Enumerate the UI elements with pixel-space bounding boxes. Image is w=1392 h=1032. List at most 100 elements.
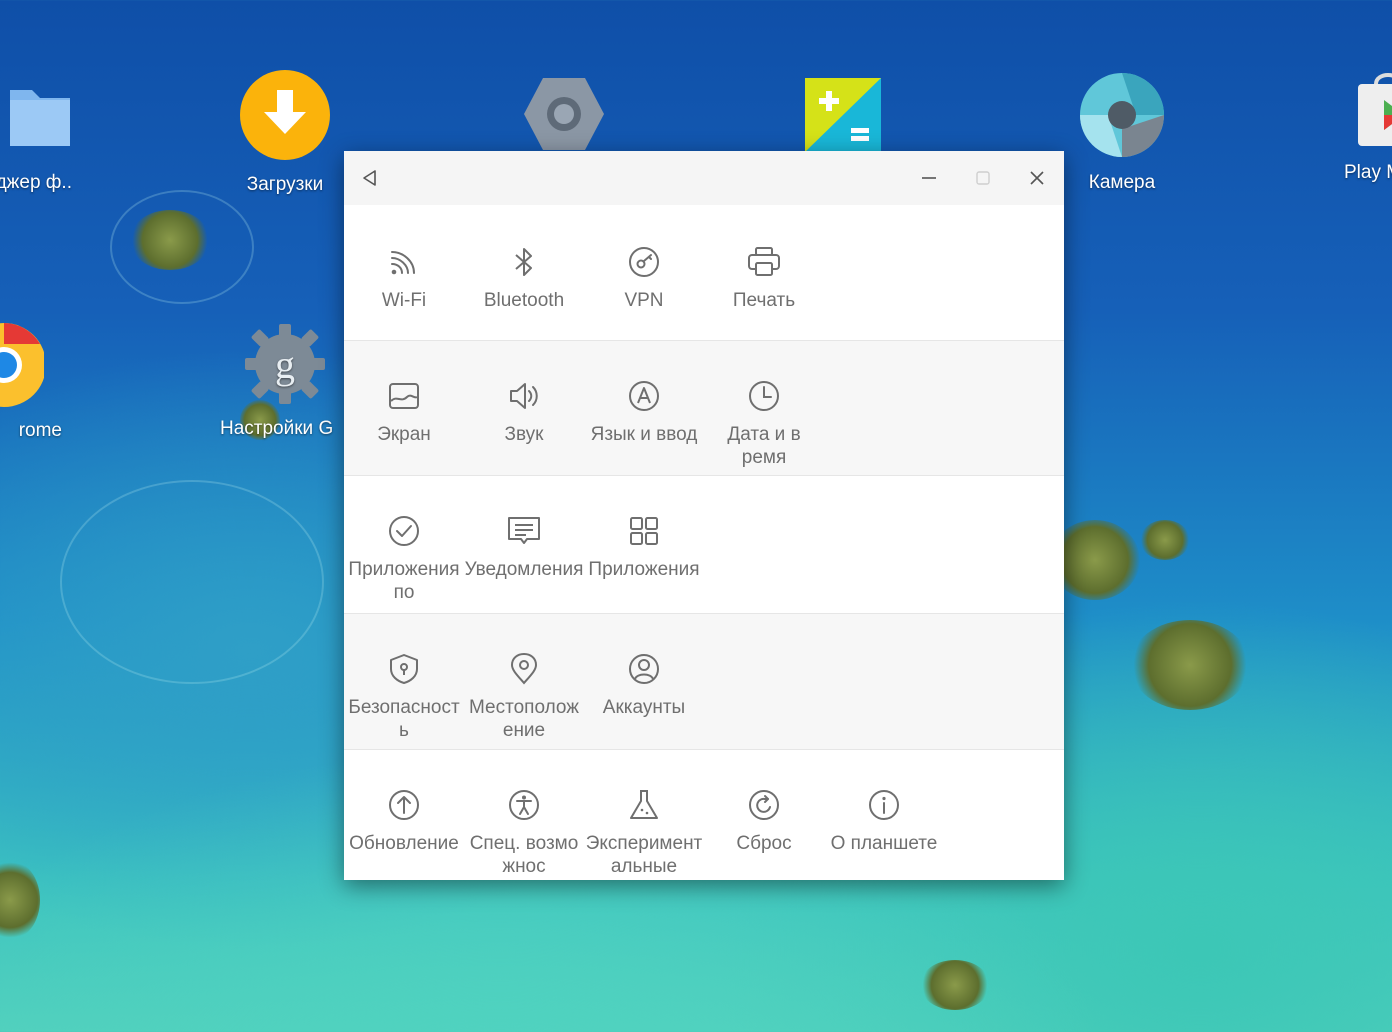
flask-icon [630, 790, 658, 819]
desktop-icon-label: джер ф.. [0, 172, 72, 193]
settings-item-location[interactable]: Местоположение [464, 652, 584, 742]
desktop-icon-play-market[interactable]: Play M [1320, 70, 1392, 184]
minimize-button[interactable] [915, 164, 943, 192]
maximize-button[interactable] [969, 164, 997, 192]
wifi-icon [391, 251, 415, 275]
update-icon [389, 790, 419, 820]
settings-section-system: Обновление Спец. возможнос Экспериментал… [344, 749, 1064, 880]
item-label: Уведомления [464, 559, 584, 580]
item-label: Приложения [588, 559, 700, 580]
item-label: Bluetooth [483, 290, 565, 311]
item-label: Экспериментальные [585, 833, 703, 877]
settings-section-apps: Приложения по Уведомления Приложения [344, 475, 1064, 613]
hex-nut-settings-icon [524, 78, 604, 150]
desktop-icon-label: Камера [1088, 172, 1156, 193]
settings-item-accessibility[interactable]: Спец. возможнос [464, 788, 584, 878]
wallpaper-swirl [60, 480, 324, 684]
settings-window: Wi-Fi Bluetooth VPN Печать Экран Звук Яз… [344, 151, 1064, 880]
check-circle-icon [389, 516, 419, 546]
reset-icon [749, 790, 779, 820]
download-icon [240, 70, 330, 160]
item-label: О планшете [830, 833, 938, 854]
calculator-icon [805, 78, 881, 152]
close-button[interactable] [1023, 164, 1051, 192]
item-label: Экран [377, 424, 431, 445]
settings-item-display[interactable]: Экран [344, 379, 464, 446]
desktop-icon-label: Настройки G [220, 418, 334, 439]
settings-section-personal: Безопасность Местоположение Аккаунты [344, 613, 1064, 749]
settings-section-device: Экран Звук Язык и ввод Дата и время [344, 340, 1064, 475]
desktop-icon-settings[interactable] [484, 72, 644, 156]
wallpaper-island [0, 860, 40, 940]
chrome-icon [0, 323, 44, 407]
settings-item-sound[interactable]: Звук [464, 379, 584, 446]
accessibility-icon [509, 790, 539, 820]
google-settings-gear-icon: g [245, 324, 325, 404]
item-label: Приложения по [348, 559, 460, 603]
back-triangle-icon [363, 170, 376, 186]
settings-item-wifi[interactable]: Wi-Fi [344, 245, 464, 312]
settings-item-accounts[interactable]: Аккаунты [584, 652, 704, 719]
vpn-icon [629, 247, 659, 277]
desktop-icon-google-settings[interactable]: g Настройки G [205, 322, 365, 440]
desktop-icon-label: Play M [1344, 162, 1392, 183]
wallpaper-island [920, 960, 990, 1010]
item-label: Звук [504, 424, 544, 445]
apps-grid-icon [630, 517, 658, 545]
item-label: Печать [732, 290, 796, 311]
desktop-icon-file-manager[interactable]: джер ф.. [0, 68, 100, 194]
settings-item-language[interactable]: Язык и ввод [584, 379, 704, 446]
item-label: Сброс [736, 833, 792, 854]
item-label: VPN [624, 290, 664, 311]
back-button[interactable] [356, 164, 384, 192]
desktop-icon-chrome[interactable]: rome [0, 322, 100, 442]
window-titlebar [344, 151, 1064, 205]
display-icon [389, 383, 419, 409]
item-label: Дата и время [727, 424, 801, 468]
desktop-icon-label: rome [18, 420, 62, 441]
desktop-icon-downloads[interactable]: Загрузки [205, 70, 365, 196]
settings-item-default-apps[interactable]: Приложения по [344, 514, 464, 604]
desktop-icon-calculator[interactable] [763, 78, 923, 152]
item-label: Язык и ввод [590, 424, 698, 445]
close-icon [1030, 171, 1044, 185]
sound-icon [510, 383, 538, 409]
language-icon [629, 381, 659, 411]
desktop-icon-camera[interactable]: Камера [1042, 72, 1202, 194]
maximize-icon [976, 171, 990, 185]
item-label: Аккаунты [602, 697, 686, 718]
minimize-icon [922, 177, 936, 179]
settings-item-security[interactable]: Безопасность [344, 652, 464, 742]
wallpaper-island [1130, 620, 1250, 710]
item-label: Обновление [349, 833, 459, 854]
settings-item-bluetooth[interactable]: Bluetooth [464, 245, 584, 312]
settings-item-reset[interactable]: Сброс [704, 788, 824, 855]
settings-section-network: Wi-Fi Bluetooth VPN Печать [344, 205, 1064, 340]
settings-item-update[interactable]: Обновление [344, 788, 464, 855]
notification-icon [508, 517, 540, 544]
desktop-icon-label: Загрузки [246, 174, 324, 195]
settings-item-apps[interactable]: Приложения [584, 514, 704, 581]
folder-icon [10, 90, 77, 146]
settings-item-print[interactable]: Печать [704, 245, 824, 312]
item-label: Wi-Fi [381, 290, 427, 311]
settings-item-notifications[interactable]: Уведомления [464, 514, 584, 581]
settings-item-date-time[interactable]: Дата и время [704, 379, 824, 469]
clock-icon [749, 381, 779, 411]
location-pin-icon [510, 652, 538, 685]
play-store-icon [1358, 73, 1392, 146]
settings-item-about-tablet[interactable]: О планшете [824, 788, 944, 855]
settings-item-vpn[interactable]: VPN [584, 245, 704, 312]
svg-text:g: g [275, 342, 295, 387]
bluetooth-icon [515, 248, 532, 276]
camera-shutter-icon [1080, 73, 1164, 157]
item-label: Спец. возможнос [469, 833, 579, 877]
item-label: Безопасность [348, 697, 460, 741]
wallpaper-island [1140, 520, 1190, 560]
item-label: Местоположение [469, 697, 579, 741]
settings-item-experimental[interactable]: Экспериментальные [584, 788, 704, 878]
shield-icon [390, 654, 418, 684]
account-icon [629, 654, 659, 684]
info-icon [869, 790, 899, 820]
wallpaper-swirl [110, 190, 254, 304]
